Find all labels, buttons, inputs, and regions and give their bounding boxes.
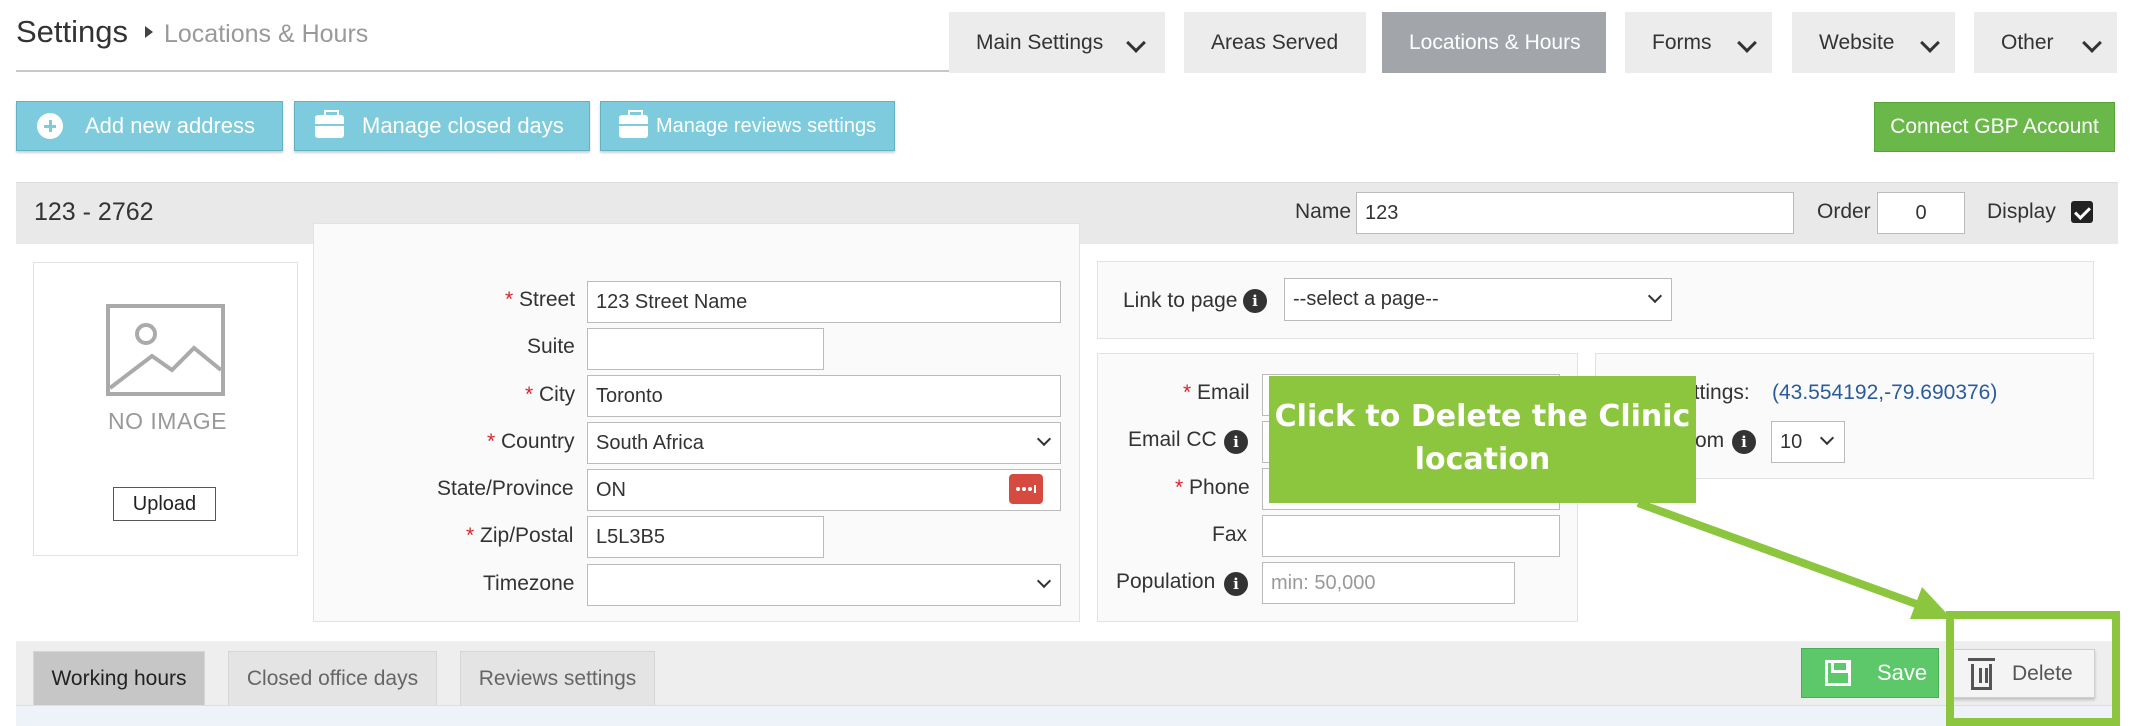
street-input[interactable]: 123 Street Name: [587, 281, 1061, 323]
header-divider: [16, 70, 950, 72]
location-title: 123 - 2762: [34, 198, 154, 226]
tab-locations-hours[interactable]: Locations & Hours: [1382, 12, 1606, 73]
country-value: South Africa: [596, 431, 704, 454]
timezone-label: Timezone: [483, 572, 575, 595]
tab-closed-office-days[interactable]: Closed office days: [228, 651, 437, 706]
tab-reviews-settings[interactable]: Reviews settings: [460, 651, 655, 706]
zoom-label: om: [1695, 429, 1725, 452]
tab-website[interactable]: Website: [1792, 12, 1955, 73]
street-label: * Street: [505, 288, 576, 311]
save-button[interactable]: Save: [1801, 648, 1939, 698]
tab-label: Main Settings: [976, 30, 1104, 54]
country-select[interactable]: South Africa: [587, 422, 1061, 464]
manage-reviews-settings-button[interactable]: Manage reviews settings: [600, 101, 895, 151]
tab-areas-served[interactable]: Areas Served: [1184, 12, 1366, 73]
chevron-down-icon: [1647, 288, 1663, 304]
connect-gbp-account-button[interactable]: Connect GBP Account: [1874, 102, 2115, 152]
info-icon[interactable]: i: [1243, 289, 1267, 313]
page-title: Settings: [16, 14, 129, 49]
zoom-value: 10: [1780, 430, 1803, 453]
info-icon[interactable]: i: [1224, 430, 1248, 454]
link-to-page-select[interactable]: --select a page--: [1284, 278, 1672, 321]
tab-label: Website: [1819, 30, 1895, 54]
callout-line-2: location: [1414, 442, 1551, 477]
button-label: Manage closed days: [362, 113, 564, 138]
population-label: Population: [1116, 570, 1216, 593]
tab-content-area: [16, 705, 2118, 726]
tab-main-settings[interactable]: Main Settings: [949, 12, 1165, 73]
info-icon[interactable]: i: [1732, 430, 1756, 454]
briefcase-icon: [315, 109, 344, 138]
suite-input[interactable]: [587, 328, 824, 370]
briefcase-icon: [619, 109, 648, 138]
city-label: * City: [525, 383, 576, 406]
chevron-down-icon: [1036, 573, 1052, 589]
chevron-down-icon: [1126, 33, 1146, 53]
button-label: Manage reviews settings: [656, 114, 877, 137]
timezone-select[interactable]: [587, 564, 1061, 606]
callout-arrow-icon: [1636, 499, 1952, 619]
breadcrumb: Locations & Hours: [164, 20, 369, 48]
tab-label: Forms: [1652, 30, 1712, 54]
button-label: Add new address: [85, 113, 255, 138]
population-input[interactable]: min: 50,000: [1262, 562, 1515, 604]
name-input[interactable]: 123: [1356, 192, 1794, 234]
name-label: Name: [1295, 200, 1352, 223]
fax-input[interactable]: [1262, 515, 1560, 557]
upload-button[interactable]: Upload: [113, 487, 216, 521]
chevron-down-icon: [1036, 431, 1052, 447]
zip-label: * Zip/Postal: [466, 524, 574, 547]
link-to-page-label: Link to page: [1123, 289, 1238, 312]
state-input[interactable]: ON: [587, 469, 1061, 511]
plus-circle-icon: [37, 113, 63, 139]
zoom-select[interactable]: 10: [1771, 421, 1845, 463]
tab-label: Other: [2001, 30, 2054, 54]
manage-closed-days-button[interactable]: Manage closed days: [294, 101, 590, 151]
tab-working-hours[interactable]: Working hours: [33, 651, 205, 706]
link-value: --select a page--: [1293, 288, 1439, 310]
annotation-callout: Click to Delete the Clinic location: [1269, 376, 1696, 503]
callout-line-1: Click to Delete the Clinic: [1274, 399, 1691, 434]
tab-label: Areas Served: [1211, 30, 1339, 54]
city-input[interactable]: Toronto: [587, 375, 1061, 417]
no-image-text: NO IMAGE: [108, 408, 228, 434]
coordinates-link[interactable]: (43.554192,-79.690376): [1772, 381, 1997, 405]
button-label: Save: [1877, 660, 1928, 685]
display-label: Display: [1987, 200, 2056, 223]
chevron-down-icon: [1920, 33, 1940, 53]
order-label: Order: [1817, 200, 1871, 223]
suite-label: Suite: [527, 335, 575, 358]
chevron-down-icon: [1737, 33, 1757, 53]
add-new-address-button[interactable]: Add new address: [16, 101, 283, 151]
email-label: * Email: [1183, 381, 1250, 404]
email-cc-label: Email CC: [1128, 428, 1217, 451]
phone-label: * Phone: [1175, 476, 1250, 499]
country-label: * Country: [487, 430, 575, 453]
save-icon: [1825, 660, 1851, 686]
fax-label: Fax: [1212, 523, 1248, 546]
password-manager-icon[interactable]: [1009, 474, 1043, 504]
tab-label: Locations & Hours: [1409, 30, 1581, 54]
breadcrumb-arrow-icon: [145, 26, 153, 38]
chevron-down-icon: [2082, 33, 2102, 53]
tab-other[interactable]: Other: [1974, 12, 2117, 73]
chevron-down-icon: [1819, 430, 1835, 446]
population-placeholder: min: 50,000: [1271, 571, 1376, 594]
order-input[interactable]: 0: [1877, 192, 1965, 234]
image-placeholder-icon: [106, 304, 225, 396]
delete-highlight-box: [1946, 611, 2120, 726]
state-label: State/Province: [437, 477, 574, 500]
display-checkbox[interactable]: [2071, 201, 2093, 223]
tab-forms[interactable]: Forms: [1625, 12, 1772, 73]
info-icon[interactable]: i: [1224, 572, 1248, 596]
zip-input[interactable]: L5L3B5: [587, 516, 824, 558]
